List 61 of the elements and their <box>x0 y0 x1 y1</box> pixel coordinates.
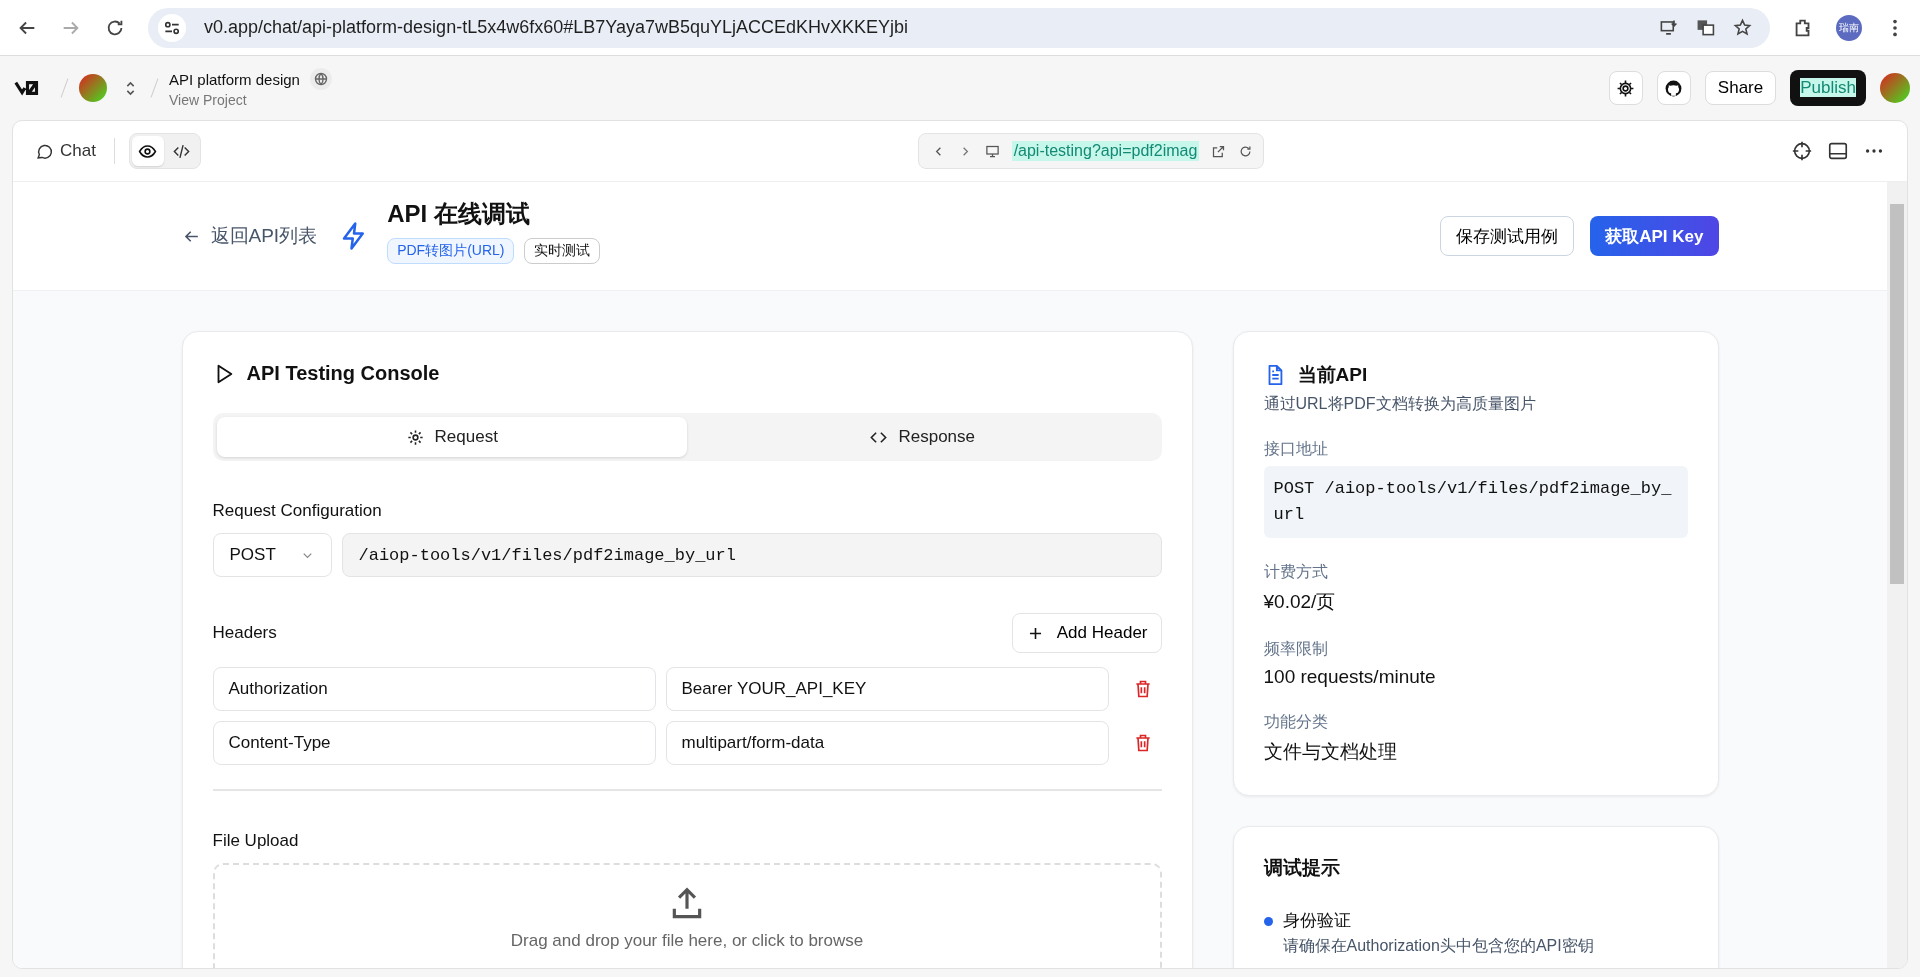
bullet-dot <box>1263 917 1273 926</box>
tag: PDF转图片(URL) <box>387 238 515 264</box>
tab[interactable]: Request <box>216 417 687 457</box>
field-label: 计费方式 <box>1263 562 1329 582</box>
tag: 实时测试 <box>524 238 601 264</box>
crosshair-icon[interactable] <box>1791 140 1813 162</box>
api-description: 通过URL将PDF文档转换为高质量图片 <box>1263 394 1537 414</box>
refresh-icon[interactable] <box>1238 143 1254 159</box>
field-value: ¥0.02/页 <box>1263 590 1337 614</box>
scrollbar[interactable] <box>1887 182 1907 968</box>
preview-address-bar[interactable]: /api-testing?api=pdf2imag <box>917 133 1265 169</box>
tip-title: 身份验证 <box>1282 910 1352 932</box>
add-header-button[interactable]: Add Header <box>1011 613 1162 653</box>
address-bar[interactable]: v0.app/chat/api-platform-design-tL5x4w6fx60#LB7Yaya7wB5quYLjACCEdKHvXKKEYjbi <box>148 7 1770 48</box>
tip-text: 请确保在Authorization头中包含您的API密钥 <box>1282 936 1594 956</box>
card-title: 调试提示 <box>1263 856 1341 880</box>
save-test-case-button[interactable]: 保存测试用例 <box>1440 216 1575 256</box>
external-link-icon[interactable] <box>1211 143 1227 159</box>
share-button[interactable]: Share <box>1704 71 1777 105</box>
field-value: 文件与文档处理 <box>1263 740 1398 764</box>
globe-icon[interactable] <box>309 68 332 90</box>
settings-button[interactable] <box>1608 71 1643 105</box>
tab[interactable]: Response <box>687 417 1158 457</box>
github-icon <box>1664 78 1684 98</box>
file-drop-zone[interactable]: Drag and drop your file here, or click to browse <box>212 863 1162 968</box>
header-key-field[interactable]: Content-Type <box>212 721 656 765</box>
header-key-field[interactable]: Authorization <box>212 667 656 711</box>
field-label: 频率限制 <box>1263 639 1329 659</box>
user-avatar[interactable] <box>1880 73 1910 103</box>
section-label: File Upload <box>212 831 300 851</box>
team-avatar[interactable] <box>79 74 107 102</box>
preview-toggle[interactable] <box>131 136 164 166</box>
card-title: 当前API <box>1297 363 1368 387</box>
view-project-link[interactable]: View Project <box>169 92 332 108</box>
console-title: API Testing Console <box>246 362 440 385</box>
chat-button[interactable]: Chat <box>31 141 100 161</box>
preview-url[interactable]: /api-testing?api=pdf2imag <box>1011 141 1200 161</box>
publish-button[interactable]: Publish <box>1790 70 1866 106</box>
header-value-field[interactable]: multipart/form-data <box>665 721 1109 765</box>
method-select[interactable]: POST <box>212 533 332 577</box>
field-value: 100 requests/minute <box>1263 666 1437 688</box>
page-title: API 在线调试 <box>387 199 531 229</box>
field-label: 接口地址 <box>1263 439 1329 459</box>
section-label: Headers <box>212 623 277 643</box>
install-icon[interactable] <box>1659 18 1678 37</box>
profile-avatar[interactable]: 瑞南 <box>1836 14 1862 41</box>
project-name[interactable]: API platform design <box>169 70 300 88</box>
header-value-field[interactable]: Bearer YOUR_API_KEY <box>665 667 1109 711</box>
endpoint-field[interactable]: /aiop-tools/v1/files/pdf2image_by_url <box>341 533 1162 577</box>
field-label: 功能分类 <box>1263 712 1329 732</box>
get-api-key-button[interactable]: 获取API Key <box>1590 216 1719 256</box>
url-text: v0.app/chat/api-platform-design-tL5x4w6fx60#LB7Yaya7wB5quYLjACCEdKHvXKKEYjbi <box>204 17 910 38</box>
endpoint-code: POST /aiop-tools/v1/files/pdf2image_by_url <box>1263 466 1688 538</box>
upload-hint: Drag and drop your file here, or click to browse <box>510 931 864 951</box>
github-button[interactable] <box>1656 71 1691 105</box>
monitor-icon <box>984 143 1000 159</box>
section-label: Request Configuration <box>212 501 383 521</box>
star-icon[interactable] <box>1733 18 1752 37</box>
site-settings-icon[interactable] <box>158 13 186 42</box>
panel-icon[interactable] <box>1827 140 1849 162</box>
back-link[interactable]: 返回API列表 <box>181 223 318 249</box>
